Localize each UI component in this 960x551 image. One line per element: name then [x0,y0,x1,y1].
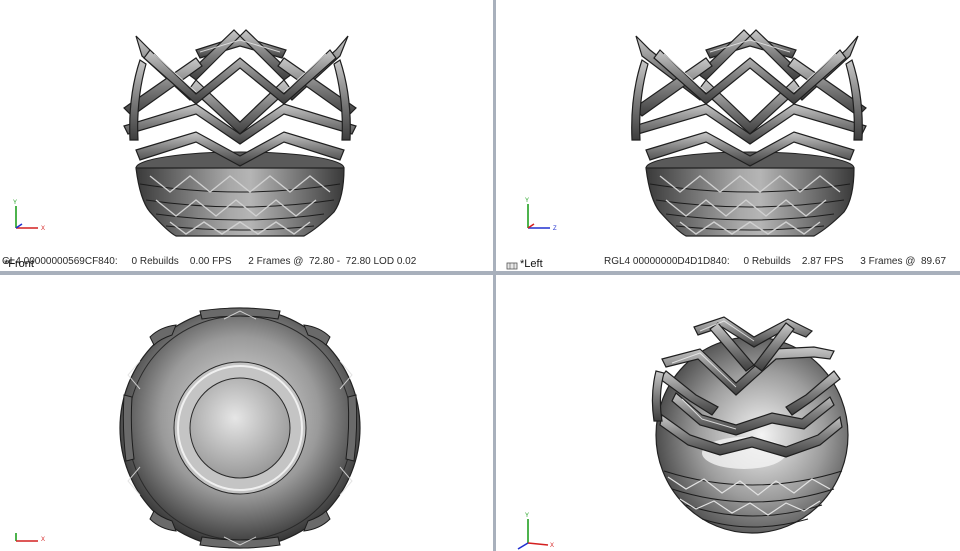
left-view-name[interactable]: *Left [520,258,543,270]
triad-y-label: Y [525,198,529,204]
view-cube-icon[interactable] [506,262,518,270]
front-view-name[interactable]: *Front [4,258,34,270]
viewport-divider-vertical[interactable] [493,0,496,551]
vase-model-iso[interactable] [496,275,960,551]
vase-model-left[interactable] [496,0,960,271]
axis-triad-icon: Y Z [525,198,557,232]
front-render-stats: GL4 00000000569CF840: 0 Rebuilds 0.00 FP… [2,256,417,267]
axis-triad-icon: Y X [517,513,554,550]
vase-model-front[interactable] [0,0,493,271]
triad-x-label: X [41,226,45,232]
triad-z-label: Z [553,226,557,232]
top-viewport[interactable]: X [0,275,493,551]
triad-y-label: Y [13,200,17,206]
axis-triad-icon: X [15,533,45,543]
triad-y-label: Y [525,513,529,519]
iso-viewport[interactable]: Y X [496,275,960,551]
left-render-stats: RGL4 00000000D4D1D840: 0 Rebuilds 2.87 F… [604,256,947,267]
front-viewport[interactable]: Y X GL4 00000000569CF840: 0 Rebuilds 0.0… [0,0,493,271]
viewport-divider-horizontal[interactable] [0,271,960,275]
triad-x-label: X [41,537,45,543]
axis-triad-icon: Y X [13,200,45,232]
left-viewport[interactable]: Y Z *Left RGL4 00000000D4D1D840: 0 Rebui… [496,0,960,271]
vase-model-top[interactable] [0,275,493,551]
triad-x-label: X [550,543,554,549]
viewport-grid: Y X GL4 00000000569CF840: 0 Rebuilds 0.0… [0,0,960,551]
